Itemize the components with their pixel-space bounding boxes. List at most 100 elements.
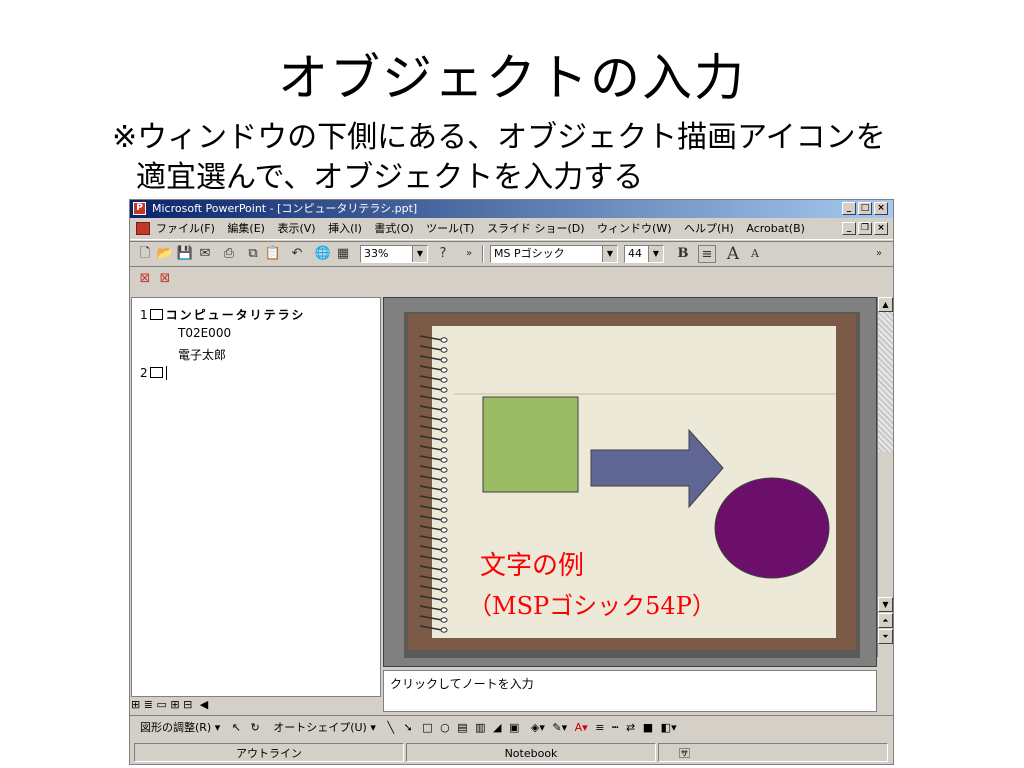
new-file-icon[interactable]: 🗋 bbox=[136, 245, 154, 263]
normal-view-icon[interactable]: ⊞ bbox=[131, 698, 140, 711]
open-folder-icon[interactable]: 📂 bbox=[156, 245, 174, 263]
chevron-down-icon[interactable]: ▼ bbox=[648, 246, 663, 262]
paste-icon[interactable]: 📋 bbox=[264, 245, 282, 263]
doc-close-button[interactable]: × bbox=[874, 222, 888, 235]
copy-icon[interactable]: ⧉ bbox=[244, 245, 262, 263]
menu-window[interactable]: ウィンドウ(W) bbox=[597, 222, 671, 235]
outline-pane[interactable]: 1 コンピュータリテラシ T02E000 電子太郎 2 bbox=[131, 297, 381, 697]
more-buttons-icon[interactable]: » bbox=[460, 245, 478, 263]
outline-view-icon[interactable]: ≣ bbox=[144, 698, 153, 711]
menu-help[interactable]: ヘルプ(H) bbox=[684, 222, 734, 235]
wordart-icon[interactable]: ▥ bbox=[475, 721, 485, 734]
circle-shape[interactable] bbox=[714, 477, 830, 579]
pdf-email-icon[interactable]: ⊠ bbox=[156, 270, 174, 288]
menu-tools[interactable]: ツール(T) bbox=[426, 222, 474, 235]
vertical-scrollbar[interactable]: ▲ ▼ ⏶ ⏷ bbox=[877, 297, 893, 657]
help-icon[interactable]: ? bbox=[434, 245, 452, 263]
menu-file[interactable]: ファイル(F) bbox=[156, 222, 215, 235]
free-rotate-icon[interactable]: ↻ bbox=[250, 721, 259, 734]
drawing-toolbar: 図形の調整(R) ▾ ↖ ↻ オートシェイプ(U) ▾ ╲ ➘ □ ○ ▤ ▥ … bbox=[130, 715, 893, 740]
email-icon[interactable]: ✉ bbox=[196, 245, 214, 263]
scroll-up-icon[interactable]: ▲ bbox=[878, 297, 893, 312]
chevron-down-icon[interactable]: ▼ bbox=[602, 246, 617, 262]
doc-restore-button[interactable]: ❐ bbox=[858, 222, 872, 235]
menu-format[interactable]: 書式(O) bbox=[374, 222, 413, 235]
example-text-line-2[interactable]: （MSPゴシック54P） bbox=[468, 592, 716, 620]
pdf-convert-icon[interactable]: ⊠ bbox=[136, 270, 154, 288]
more-buttons-icon[interactable]: » bbox=[870, 245, 888, 263]
font-size-select[interactable]: 44 ▼ bbox=[624, 245, 664, 263]
table-icon[interactable]: ▦ bbox=[334, 245, 352, 263]
notes-scrollbar[interactable] bbox=[877, 670, 893, 712]
line-style-icon[interactable]: ≡ bbox=[595, 721, 604, 734]
outline-text[interactable]: 電子太郎 bbox=[178, 346, 226, 363]
close-button[interactable]: × bbox=[874, 202, 888, 215]
fill-color-icon[interactable]: ◈▾ bbox=[531, 721, 545, 734]
arrow-style-icon[interactable]: ⇄ bbox=[626, 721, 635, 734]
select-pointer-icon[interactable]: ↖ bbox=[232, 721, 241, 734]
slideshow-icon[interactable]: ⊟ bbox=[183, 698, 192, 711]
slide-icon bbox=[149, 309, 163, 320]
rectangle-icon[interactable]: □ bbox=[422, 721, 432, 734]
font-name-select[interactable]: MS Pゴシック ▼ bbox=[490, 245, 618, 263]
menu-acrobat[interactable]: Acrobat(B) bbox=[746, 222, 805, 235]
outline-slide-1[interactable]: 1 コンピュータリテラシ bbox=[140, 306, 305, 323]
next-slide-icon[interactable]: ⏷ bbox=[878, 629, 893, 644]
menu-view[interactable]: 表示(V) bbox=[277, 222, 315, 235]
slide-number: 2 bbox=[140, 366, 148, 380]
chevron-down-icon[interactable]: ▾ bbox=[370, 721, 376, 734]
scroll-down-icon[interactable]: ▼ bbox=[878, 597, 893, 612]
acrobat-toolbar: ⊠ ⊠ bbox=[130, 266, 893, 295]
autoshapes-button[interactable]: オートシェイプ(U) bbox=[273, 721, 367, 734]
dash-style-icon[interactable]: ┅ bbox=[612, 721, 619, 734]
maximize-button[interactable]: □ bbox=[858, 202, 872, 215]
align-center-icon[interactable]: ≡ bbox=[698, 245, 716, 263]
font-shrink-button[interactable]: A bbox=[746, 245, 764, 263]
slide-instruction: ※ウィンドウの下側にある、オブジェクト描画アイコンを 適宜選んで、オブジェクトを… bbox=[112, 118, 992, 198]
menu-insert[interactable]: 挿入(I) bbox=[328, 222, 362, 235]
line-color-icon[interactable]: ✎▾ bbox=[552, 721, 567, 734]
minimize-button[interactable]: _ bbox=[842, 202, 856, 215]
arrow-icon[interactable]: ➘ bbox=[404, 721, 413, 734]
bold-button[interactable]: B bbox=[674, 245, 692, 263]
standard-toolbar: 🗋 📂 💾 ✉ ⎙ ⧉ 📋 ↶ 🌐 ▦ 33% ▼ ? » MS Pゴシック ▼… bbox=[130, 241, 893, 266]
line-icon[interactable]: ╲ bbox=[387, 721, 394, 734]
menu-bar: ファイル(F) 編集(E) 表示(V) 挿入(I) 書式(O) ツール(T) ス… bbox=[130, 219, 893, 240]
3d-icon[interactable]: ◧▾ bbox=[661, 721, 677, 734]
menu-slideshow[interactable]: スライド ショー(D) bbox=[487, 222, 585, 235]
document-icon[interactable] bbox=[136, 222, 150, 235]
status-view: アウトライン bbox=[134, 743, 404, 762]
draw-menu-button[interactable]: 図形の調整(R) bbox=[140, 721, 211, 734]
slide-view-icon[interactable]: ▭ bbox=[156, 698, 166, 711]
textbox-icon[interactable]: ▤ bbox=[457, 721, 467, 734]
example-text-line-1[interactable]: 文字の例 bbox=[480, 551, 584, 581]
powerpoint-icon[interactable]: P bbox=[133, 202, 146, 215]
outline-text[interactable]: T02E000 bbox=[178, 326, 231, 340]
outline-slide-2[interactable]: 2 bbox=[140, 366, 171, 380]
save-icon[interactable]: 💾 bbox=[176, 245, 194, 263]
square-shape[interactable] bbox=[482, 396, 579, 493]
powerpoint-window: P Microsoft PowerPoint - [コンピュータリテラシ.ppt… bbox=[129, 199, 894, 765]
print-icon[interactable]: ⎙ bbox=[220, 245, 238, 263]
oval-icon[interactable]: ○ bbox=[440, 721, 450, 734]
notes-pane[interactable]: クリックしてノートを入力 bbox=[383, 670, 877, 712]
scroll-left-icon[interactable]: ◀ bbox=[200, 698, 208, 711]
shadow-icon[interactable]: ■ bbox=[643, 721, 653, 734]
web-icon[interactable]: 🌐 bbox=[314, 245, 332, 263]
slide-canvas[interactable]: 文字の例 （MSPゴシック54P） bbox=[384, 298, 876, 666]
zoom-select[interactable]: 33% ▼ bbox=[360, 245, 428, 263]
slide-pane[interactable]: 文字の例 （MSPゴシック54P） bbox=[383, 297, 877, 667]
title-bar[interactable]: P Microsoft PowerPoint - [コンピュータリテラシ.ppt… bbox=[130, 200, 893, 218]
doc-minimize-button[interactable]: _ bbox=[842, 222, 856, 235]
menu-edit[interactable]: 編集(E) bbox=[227, 222, 265, 235]
slide-sorter-icon[interactable]: ⊞ bbox=[170, 698, 179, 711]
chevron-down-icon[interactable]: ▾ bbox=[215, 721, 221, 734]
clipart-icon[interactable]: ▣ bbox=[509, 721, 519, 734]
chart-icon[interactable]: ◢ bbox=[493, 721, 501, 734]
font-color-icon[interactable]: A▾ bbox=[575, 721, 588, 734]
scroll-track[interactable] bbox=[878, 312, 893, 452]
font-grow-button[interactable]: A bbox=[724, 245, 742, 263]
undo-icon[interactable]: ↶ bbox=[288, 245, 306, 263]
chevron-down-icon[interactable]: ▼ bbox=[412, 246, 427, 262]
previous-slide-icon[interactable]: ⏶ bbox=[878, 613, 893, 628]
